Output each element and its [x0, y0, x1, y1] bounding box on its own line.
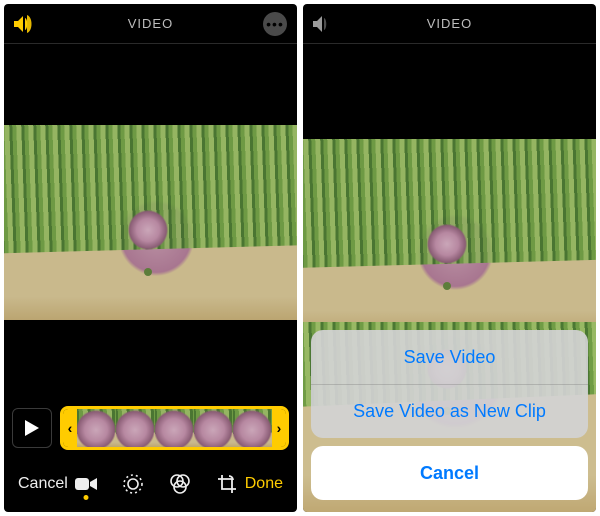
- top-bar: VIDEO •••: [4, 4, 297, 44]
- screen-title: VIDEO: [303, 16, 596, 31]
- volume-icon[interactable]: [313, 15, 335, 33]
- volume-icon[interactable]: [14, 15, 36, 33]
- done-button[interactable]: Done: [245, 475, 283, 493]
- bottom-toolbar: Cancel Done: [4, 456, 297, 512]
- video-frame-content: [303, 139, 596, 334]
- ellipsis-icon: •••: [266, 17, 284, 31]
- phone-save-sheet: VIDEO Save Video Save Video as New Clip …: [303, 4, 596, 512]
- action-sheet-options: Save Video Save Video as New Clip: [311, 330, 588, 438]
- video-preview-area[interactable]: [4, 44, 297, 400]
- timeline-row: ‹ ›: [4, 400, 297, 456]
- active-tool-dot: [84, 495, 89, 500]
- save-as-new-clip-button[interactable]: Save Video as New Clip: [311, 384, 588, 438]
- video-tool-icon[interactable]: [75, 476, 97, 492]
- crop-tool-icon[interactable]: [217, 474, 237, 494]
- more-button[interactable]: •••: [263, 12, 287, 36]
- filters-tool-icon[interactable]: [169, 474, 191, 494]
- action-sheet: Save Video Save Video as New Clip Cancel: [303, 322, 596, 512]
- tool-icons: [75, 474, 237, 494]
- save-video-button[interactable]: Save Video: [311, 330, 588, 384]
- screen-title: VIDEO: [4, 16, 297, 31]
- action-sheet-cancel-button[interactable]: Cancel: [311, 446, 588, 500]
- video-preview: [303, 139, 596, 334]
- timeline-frames: [77, 409, 272, 447]
- top-bar: VIDEO: [303, 4, 596, 44]
- trim-end-handle[interactable]: ›: [272, 409, 286, 447]
- adjust-tool-icon[interactable]: [123, 474, 143, 494]
- video-preview: [4, 125, 297, 320]
- phone-editing: VIDEO ••• ‹ › Cancel: [4, 4, 297, 512]
- play-button[interactable]: [12, 408, 52, 448]
- trim-start-handle[interactable]: ‹: [63, 409, 77, 447]
- trim-timeline[interactable]: ‹ ›: [60, 406, 289, 450]
- video-frame-content: [4, 125, 297, 320]
- cancel-button[interactable]: Cancel: [18, 475, 68, 493]
